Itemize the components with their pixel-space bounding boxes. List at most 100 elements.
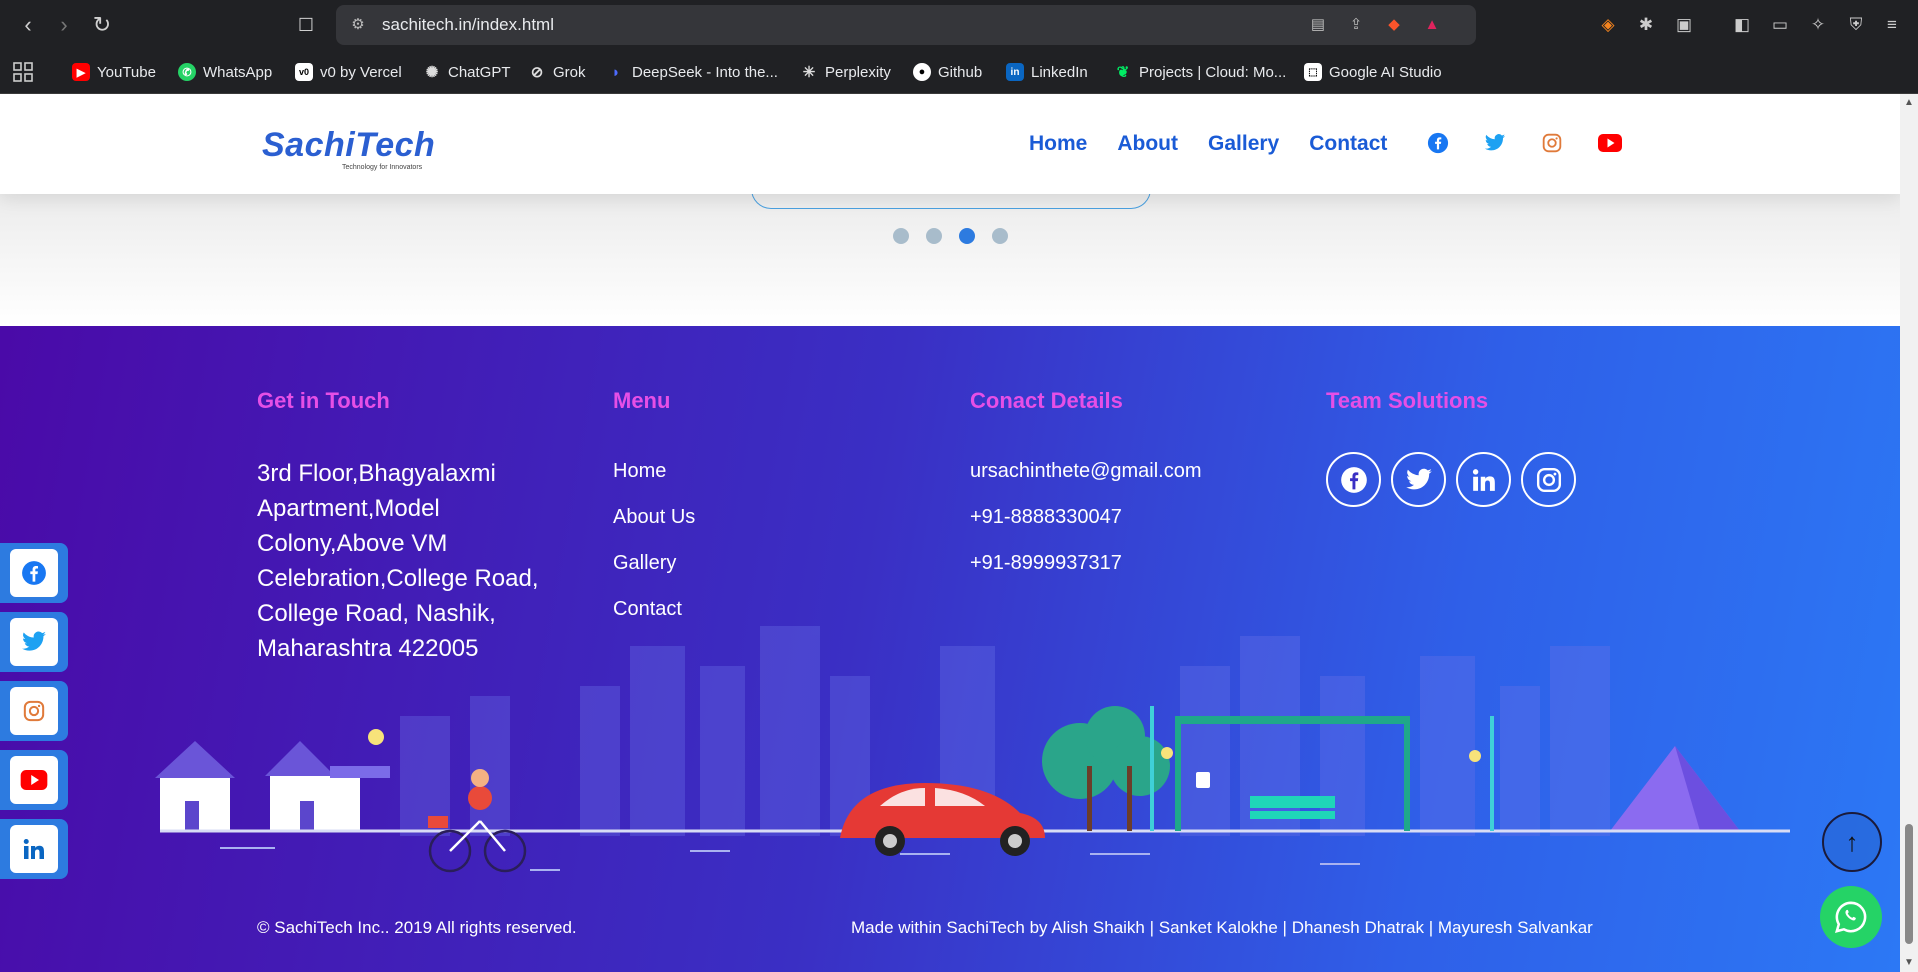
youtube-icon: [10, 756, 58, 804]
bookmark-label: WhatsApp: [203, 63, 273, 81]
bookmark-label: Perplexity: [825, 63, 891, 81]
contact-email[interactable]: ursachinthete@gmail.com: [970, 456, 1202, 502]
bookmark-google-ai-studio[interactable]: ⬚ Google AI Studio: [1304, 50, 1442, 94]
screenshot-icon[interactable]: ▣: [1672, 13, 1696, 37]
bookmark-whatsapp[interactable]: ✆ WhatsApp: [178, 50, 272, 94]
share-icon[interactable]: ⇪: [1346, 15, 1366, 35]
site-logo[interactable]: SachiTech Technology for Innovators: [262, 126, 435, 171]
contact-list: ursachinthete@gmail.com +91-8888330047 +…: [970, 456, 1202, 594]
bookmark-v0[interactable]: v0 v0 by Vercel: [295, 50, 402, 94]
url-text[interactable]: sachitech.in/index.html: [382, 5, 554, 45]
bookmark-icon[interactable]: ☐: [292, 11, 320, 39]
get-in-touch-section: Get in Touch: [257, 388, 390, 414]
reload-icon[interactable]: ↻: [88, 11, 116, 39]
facebook-icon[interactable]: [1326, 452, 1381, 507]
instagram-icon[interactable]: [1540, 131, 1564, 155]
footer-link-home[interactable]: Home: [613, 456, 695, 502]
nav-home[interactable]: Home: [1029, 132, 1087, 156]
site-footer: Get in Touch 3rd Floor,Bhagyalaxmi Apart…: [0, 326, 1900, 972]
site-info-icon[interactable]: ⚙: [348, 15, 368, 35]
brave-rewards-icon[interactable]: ▲: [1422, 15, 1442, 35]
team-section: Team Solutions: [1326, 388, 1488, 414]
leo-ai-icon[interactable]: ✧: [1806, 13, 1830, 37]
site-header: SachiTech Technology for Innovators Home…: [0, 94, 1900, 194]
github-icon: ●: [913, 63, 931, 81]
extensions-icon[interactable]: ✱: [1634, 13, 1658, 37]
carousel-dot-active[interactable]: [959, 228, 975, 244]
bookmark-youtube[interactable]: ▶ YouTube: [72, 50, 156, 94]
side-linkedin-button[interactable]: [0, 819, 68, 879]
sidebar-icon[interactable]: ◧: [1730, 13, 1754, 37]
carousel-dot[interactable]: [992, 228, 1008, 244]
side-facebook-button[interactable]: [0, 543, 68, 603]
carousel-dots: [893, 228, 1008, 244]
apps-icon[interactable]: [12, 50, 34, 94]
wallet-icon[interactable]: ▭: [1768, 13, 1792, 37]
forward-icon[interactable]: ›: [50, 11, 78, 39]
bookmark-github[interactable]: ● Github: [913, 50, 982, 94]
scroll-up-arrow-icon[interactable]: ▲: [1904, 98, 1914, 108]
chatgpt-icon: ✺: [425, 64, 439, 81]
perplexity-icon: ✳: [802, 64, 816, 81]
scroll-down-arrow-icon[interactable]: ▼: [1904, 958, 1914, 968]
vpn-icon[interactable]: ⛨: [1844, 13, 1868, 37]
bookmark-perplexity[interactable]: ✳ Perplexity: [800, 50, 891, 94]
metamask-icon[interactable]: ◈: [1596, 13, 1620, 37]
bookmark-label: ChatGPT: [448, 63, 511, 81]
whatsapp-chat-button[interactable]: [1820, 886, 1882, 948]
bookmark-linkedin[interactable]: in LinkedIn: [1006, 50, 1088, 94]
testimonial-carousel: [0, 164, 1900, 326]
bookmarks-bar: ▶ YouTube ✆ WhatsApp v0 v0 by Vercel ✺ C…: [0, 50, 1918, 94]
get-in-touch-title: Get in Touch: [257, 388, 390, 413]
bookmark-label: YouTube: [97, 63, 156, 81]
nav-about[interactable]: About: [1117, 132, 1178, 156]
city-illustration: [155, 626, 1790, 873]
back-icon[interactable]: ‹: [14, 11, 42, 39]
scrollbar-thumb[interactable]: [1905, 824, 1913, 944]
scroll-to-top-button[interactable]: ↑: [1822, 812, 1882, 872]
bookmark-grok[interactable]: ⊘ Grok: [528, 50, 586, 94]
carousel-dot[interactable]: [893, 228, 909, 244]
linkedin-icon[interactable]: [1456, 452, 1511, 507]
address-bar[interactable]: ⚙ sachitech.in/index.html ▤ ⇪ ◆ ▲: [336, 5, 1476, 45]
menu-title: Menu: [613, 388, 671, 413]
ai-studio-icon: ⬚: [1304, 63, 1322, 81]
nav-gallery[interactable]: Gallery: [1208, 132, 1279, 156]
whatsapp-icon: ✆: [178, 63, 196, 81]
team-title: Team Solutions: [1326, 388, 1489, 413]
footer-link-about[interactable]: About Us: [613, 502, 695, 548]
linkedin-icon: [10, 825, 58, 873]
bookmark-mongodb[interactable]: ❦ Projects | Cloud: Mo...: [1114, 50, 1287, 94]
carousel-dot[interactable]: [926, 228, 942, 244]
logo-tagline: Technology for Innovators: [342, 164, 423, 171]
bookmark-label: Google AI Studio: [1329, 63, 1442, 81]
contact-section: Conact Details: [970, 388, 1123, 414]
contact-phone[interactable]: +91-8888330047: [970, 502, 1202, 548]
side-twitter-button[interactable]: [0, 612, 68, 672]
whatsapp-icon: [1834, 901, 1867, 933]
brave-shield-icon[interactable]: ◆: [1384, 15, 1404, 35]
bookmark-label: Projects | Cloud: Mo...: [1139, 63, 1287, 81]
contact-phone[interactable]: +91-8999937317: [970, 548, 1202, 594]
bookmark-deepseek[interactable]: ◗ DeepSeek - Into the...: [607, 50, 777, 94]
side-instagram-button[interactable]: [0, 681, 68, 741]
facebook-icon[interactable]: [1426, 131, 1450, 155]
menu-icon[interactable]: ≡: [1880, 13, 1904, 37]
facebook-icon: [10, 549, 58, 597]
team-social-icons: [1326, 452, 1576, 507]
vercel-icon: v0: [295, 63, 313, 81]
bookmark-label: LinkedIn: [1031, 63, 1088, 81]
instagram-icon[interactable]: [1521, 452, 1576, 507]
twitter-icon[interactable]: [1391, 452, 1446, 507]
nav-contact[interactable]: Contact: [1309, 132, 1387, 156]
youtube-icon[interactable]: [1598, 131, 1622, 155]
reader-mode-icon[interactable]: ▤: [1308, 15, 1328, 35]
arrow-up-icon: ↑: [1845, 826, 1859, 857]
footer-link-gallery[interactable]: Gallery: [613, 548, 695, 594]
bookmark-label: Github: [938, 63, 983, 81]
side-youtube-button[interactable]: [0, 750, 68, 810]
bookmark-chatgpt[interactable]: ✺ ChatGPT: [423, 50, 511, 94]
bookmark-label: Grok: [553, 63, 586, 81]
twitter-icon[interactable]: [1483, 131, 1507, 155]
page-scrollbar[interactable]: ▲ ▼: [1900, 94, 1918, 972]
